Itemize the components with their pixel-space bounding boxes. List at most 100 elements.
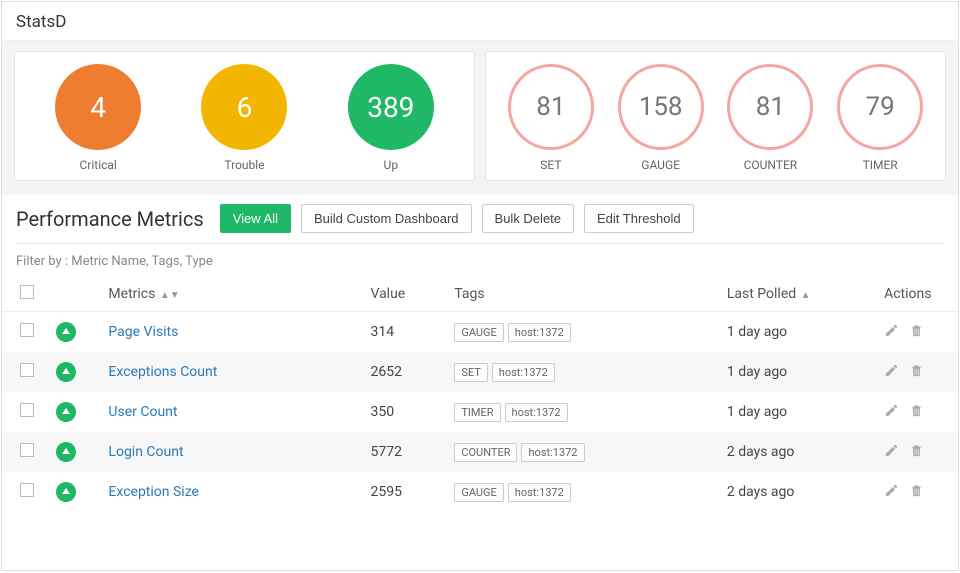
- type-counter-circle: 81: [727, 64, 813, 150]
- type-timer-label: TIMER: [837, 158, 923, 172]
- metric-value: 314: [360, 312, 444, 353]
- bulk-delete-button[interactable]: Bulk Delete: [482, 204, 574, 233]
- col-value[interactable]: Value: [360, 277, 444, 312]
- type-counter[interactable]: 81 COUNTER: [727, 64, 813, 172]
- metric-tags: TIMER host:1372: [444, 392, 717, 432]
- tag-host[interactable]: host:1372: [508, 483, 571, 502]
- app-window: StatsD 4 Critical 6 Trouble 389 Up 81 SE…: [1, 1, 959, 571]
- status-up-circle: 389: [348, 64, 434, 150]
- table-row: User Count 350 TIMER host:1372 1 day ago: [2, 392, 958, 432]
- status-up-icon: [56, 442, 76, 462]
- tag-type[interactable]: GAUGE: [454, 483, 503, 502]
- metric-link[interactable]: User Count: [108, 404, 177, 420]
- last-polled: 2 days ago: [717, 432, 874, 472]
- last-polled: 1 day ago: [717, 352, 874, 392]
- table-row: Login Count5772COUNTERhost:13722 days ag…: [2, 432, 958, 472]
- col-last-polled-label: Last Polled: [727, 286, 796, 302]
- status-up-icon: [56, 482, 76, 502]
- section-title: Performance Metrics: [16, 207, 204, 231]
- status-up-icon: [56, 322, 76, 342]
- status-up-icon: [56, 402, 76, 422]
- metric-value: 2652: [360, 352, 444, 392]
- sort-asc-icon: ▲: [798, 290, 810, 301]
- metric-tags: GAUGE host:1372: [444, 472, 717, 512]
- tag-type[interactable]: COUNTER: [454, 443, 517, 462]
- tag-host[interactable]: host:1372: [521, 443, 584, 462]
- types-panel: 81 SET 158 GAUGE 81 COUNTER 79 TIMER: [485, 51, 946, 181]
- metric-tags: COUNTERhost:1372: [444, 432, 717, 472]
- last-polled: 1 day ago: [717, 312, 874, 353]
- type-timer-circle: 79: [837, 64, 923, 150]
- status-up-label: Up: [348, 158, 434, 172]
- type-gauge[interactable]: 158 GAUGE: [618, 64, 704, 172]
- edit-icon[interactable]: [884, 403, 899, 422]
- metric-value: 350: [360, 392, 444, 432]
- metric-tags: SET host:1372: [444, 352, 717, 392]
- col-last-polled[interactable]: Last Polled ▲: [717, 277, 874, 312]
- metrics-section: Performance Metrics View All Build Custo…: [2, 194, 958, 244]
- status-trouble[interactable]: 6 Trouble: [201, 64, 287, 172]
- type-set[interactable]: 81 SET: [508, 64, 594, 172]
- col-metrics[interactable]: Metrics ▲▼: [98, 277, 360, 312]
- filter-row[interactable]: Filter by : Metric Name, Tags, Type: [2, 244, 958, 277]
- status-up-icon: [56, 362, 76, 382]
- row-checkbox[interactable]: [20, 323, 34, 337]
- col-actions: Actions: [874, 277, 958, 312]
- metric-link[interactable]: Login Count: [108, 444, 183, 460]
- status-up[interactable]: 389 Up: [348, 64, 434, 172]
- delete-icon[interactable]: [909, 483, 924, 502]
- sort-icon: ▲▼: [157, 290, 179, 301]
- table-row: Exceptions Count 2652 SET host:1372 1 day ag…: [2, 352, 958, 392]
- tag-type[interactable]: TIMER: [454, 403, 500, 422]
- edit-icon[interactable]: [884, 483, 899, 502]
- type-set-label: SET: [508, 158, 594, 172]
- delete-icon[interactable]: [909, 363, 924, 382]
- last-polled: 2 days ago: [717, 472, 874, 512]
- metric-link[interactable]: Exceptions Count: [108, 364, 217, 380]
- tag-host[interactable]: host:1372: [492, 363, 555, 382]
- status-critical[interactable]: 4 Critical: [55, 64, 141, 172]
- type-gauge-label: GAUGE: [618, 158, 704, 172]
- table-row: Exception Size 2595 GAUGE host:1372 2 days a…: [2, 472, 958, 512]
- metric-value: 5772: [360, 432, 444, 472]
- metric-link[interactable]: Exception Size: [108, 484, 199, 500]
- select-all-checkbox[interactable]: [20, 285, 34, 299]
- summary-strip: 4 Critical 6 Trouble 389 Up 81 SET 158 G…: [2, 40, 958, 194]
- status-panel: 4 Critical 6 Trouble 389 Up: [14, 51, 475, 181]
- section-header: Performance Metrics View All Build Custo…: [16, 204, 944, 244]
- view-all-button[interactable]: View All: [220, 204, 291, 233]
- status-trouble-label: Trouble: [201, 158, 287, 172]
- metric-value: 2595: [360, 472, 444, 512]
- tag-type[interactable]: GAUGE: [454, 323, 503, 342]
- metric-tags: GAUGE host:1372: [444, 312, 717, 353]
- tag-host[interactable]: host:1372: [505, 403, 568, 422]
- type-timer[interactable]: 79 TIMER: [837, 64, 923, 172]
- build-dashboard-button[interactable]: Build Custom Dashboard: [301, 204, 472, 233]
- delete-icon[interactable]: [909, 403, 924, 422]
- page-title: StatsD: [2, 2, 958, 40]
- status-critical-circle: 4: [55, 64, 141, 150]
- edit-icon[interactable]: [884, 323, 899, 342]
- row-checkbox[interactable]: [20, 443, 34, 457]
- type-set-circle: 81: [508, 64, 594, 150]
- metric-link[interactable]: Page Visits: [108, 324, 178, 340]
- tag-host[interactable]: host:1372: [508, 323, 571, 342]
- edit-icon[interactable]: [884, 363, 899, 382]
- col-tags[interactable]: Tags: [444, 277, 717, 312]
- type-gauge-circle: 158: [618, 64, 704, 150]
- row-checkbox[interactable]: [20, 483, 34, 497]
- edit-threshold-button[interactable]: Edit Threshold: [584, 204, 694, 233]
- type-counter-label: COUNTER: [727, 158, 813, 172]
- edit-icon[interactable]: [884, 443, 899, 462]
- row-checkbox[interactable]: [20, 363, 34, 377]
- delete-icon[interactable]: [909, 443, 924, 462]
- last-polled: 1 day ago: [717, 392, 874, 432]
- tag-type[interactable]: SET: [454, 363, 487, 382]
- status-trouble-circle: 6: [201, 64, 287, 150]
- row-checkbox[interactable]: [20, 403, 34, 417]
- metrics-table: Metrics ▲▼ Value Tags Last Polled ▲ Acti…: [2, 277, 958, 512]
- col-metrics-label: Metrics: [108, 286, 155, 302]
- delete-icon[interactable]: [909, 323, 924, 342]
- table-row: Page Visits 314 GAUGE host:1372 1 day ago: [2, 312, 958, 353]
- status-critical-label: Critical: [55, 158, 141, 172]
